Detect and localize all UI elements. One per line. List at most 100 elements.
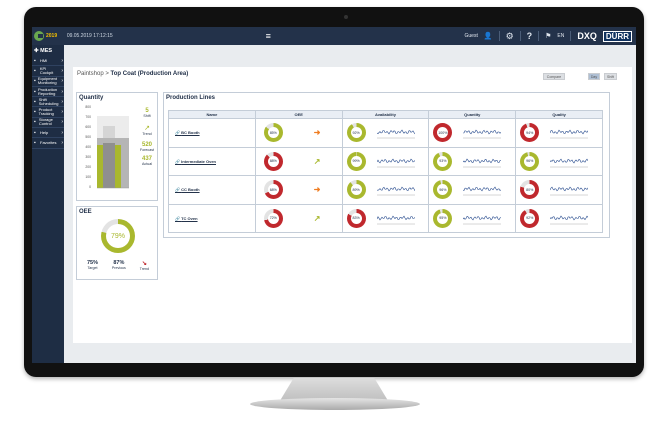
chevron-right-icon: › [61, 129, 63, 136]
menu-toggle-icon[interactable]: ≡ [266, 31, 465, 41]
storage-icon: ▪ [34, 119, 36, 126]
language-code[interactable]: EN [557, 33, 564, 39]
line-name-cell[interactable]: 🔗 TC Oven [168, 203, 256, 233]
durr-logo: DÜRR [602, 30, 632, 42]
axis-tick-label: 700 [85, 115, 91, 119]
app-screen: 2019 09.05.2019 17:12:15 ≡ Guest 👤 ⚙ ? ⚑… [32, 27, 636, 363]
table-row[interactable]: 🔗 TC Oven 72% ↗ 83% 95% 92% [168, 203, 603, 233]
line-name-link[interactable]: Intermediate Oven [181, 159, 216, 164]
sparkline [376, 158, 415, 167]
quantity-cell: 95% [428, 203, 517, 233]
app-logo[interactable]: 2019 [32, 31, 65, 41]
line-name-cell[interactable]: 🔗 BC Booth [168, 118, 256, 148]
oee-cell: 85% ➜ [254, 118, 343, 148]
sidebar-item-favorites[interactable]: ▪ Favorites › [32, 138, 64, 149]
sidebar: ✚ MES ▪ HMI › ▪ KPI Cockpit › ▪ Equipment Monit… [32, 45, 64, 363]
star-icon: ▪ [34, 140, 36, 147]
sidebar-item-product-tracking[interactable]: ▪ Product Tracking › [32, 107, 64, 118]
sidebar-item-kpi-cockpit[interactable]: ▪ KPI Cockpit › [32, 65, 64, 77]
compare-button[interactable]: Compare [543, 73, 565, 80]
chevron-right-icon: › [61, 57, 63, 64]
column-header: Name [168, 110, 256, 119]
gauge-value: 96% [437, 184, 449, 195]
axis-tick-label: 400 [85, 145, 91, 149]
sparkline [376, 129, 415, 139]
availability-cell: 99% [341, 146, 430, 176]
sidebar-item-label: Production Reporting [37, 86, 58, 96]
report-icon: ▪ [34, 88, 36, 95]
sidebar-item-label: Storage Control [38, 117, 53, 127]
chevron-right-icon: › [61, 140, 63, 147]
sparkline [550, 158, 589, 167]
sidebar-item-storage-control[interactable]: ▪ Storage Control › [32, 117, 64, 129]
table-row[interactable]: 🔗 Intermediate Oven 88% ↗ 99% 93% 96% [168, 146, 603, 176]
sparkline [550, 129, 589, 139]
percent-gauge: 92% [520, 208, 540, 228]
sidebar-item-shift-scheduling[interactable]: ▪ Shift Scheduling › [32, 97, 64, 108]
table-row[interactable]: 🔗 BC Booth 85% ➜ 92% 100% 94% [168, 118, 603, 148]
sparkline [550, 214, 589, 224]
trend-up-icon: ↗ [313, 213, 321, 223]
sidebar-item-label: KPI Cockpit [39, 65, 54, 75]
breadcrumb-parent[interactable]: Paintshop [77, 71, 104, 77]
flag-icon[interactable]: ⚑ [545, 32, 551, 40]
gear-icon[interactable]: ⚙ [506, 31, 514, 42]
home-icon: ✚ [34, 48, 39, 54]
column-header: Quantity [428, 110, 517, 119]
availability-cell: 92% [341, 118, 430, 148]
axis-tick-label: 800 [85, 105, 91, 109]
gauge-value: 96% [524, 155, 536, 167]
table-row[interactable]: 🔗 CC Booth 68% ➜ 89% 96% 80% [168, 175, 603, 205]
help-icon[interactable]: ? [527, 31, 533, 41]
line-name-link[interactable]: CC Booth [181, 187, 199, 192]
chevron-right-icon: › [61, 119, 63, 126]
chevron-right-icon: › [61, 67, 63, 74]
shift-label: Shift [143, 114, 151, 118]
user-icon[interactable]: 👤 [484, 32, 493, 40]
help-icon: ▪ [34, 129, 36, 136]
axis-tick-label: 300 [85, 155, 91, 159]
line-name-cell[interactable]: 🔗 CC Booth [168, 175, 256, 205]
gauge-value: 83% [350, 212, 362, 224]
percent-gauge: 85% [263, 123, 283, 142]
gauge-value: 89% [350, 184, 362, 195]
quantity-card: Quantity 800 700 600 500 400 300 200 100 0 5 Shi… [76, 92, 158, 201]
availability-cell: 83% [341, 203, 430, 233]
percent-gauge: 96% [520, 151, 540, 171]
equipment-icon: ▪ [34, 78, 36, 85]
percent-gauge: 89% [346, 180, 366, 199]
gauge-value: 94% [524, 127, 536, 138]
percent-gauge: 93% [433, 151, 453, 171]
line-name-link[interactable]: TC Oven [181, 216, 197, 221]
trend-up-icon: ↗ [144, 125, 150, 132]
sidebar-item-help[interactable]: ▪ Help › [32, 128, 64, 139]
sidebar-item-production-reporting[interactable]: ▪ Production Reporting › [32, 86, 64, 98]
trend-right-icon: ➜ [313, 185, 321, 194]
trend-label: Trend [142, 132, 152, 136]
top-bar: 2019 09.05.2019 17:12:15 ≡ Guest 👤 ⚙ ? ⚑… [32, 27, 636, 45]
trend-label: Trend [139, 267, 150, 271]
sidebar-item-hmi[interactable]: ▪ HMI › [32, 56, 64, 67]
day-button[interactable]: Day [588, 73, 600, 80]
quantity-cell: 93% [428, 146, 517, 176]
shift-button[interactable]: Shift [604, 73, 617, 80]
sidebar-title[interactable]: ✚ MES [32, 45, 64, 56]
percent-gauge: 68% [263, 180, 283, 199]
quality-cell: 80% [515, 175, 603, 205]
sidebar-item-label: Equipment Monitoring [37, 76, 58, 86]
line-name-cell[interactable]: 🔗 Intermediate Oven [168, 146, 256, 176]
percent-gauge: 92% [346, 123, 366, 142]
previous-label: Previous [111, 266, 126, 270]
calendar-icon: ▪ [34, 98, 36, 105]
percent-gauge: 88% [263, 151, 283, 171]
grid-icon: ▪ [34, 67, 36, 74]
production-lines-card: Production Lines Name OEE Availability Quan… [163, 92, 610, 238]
line-name-link[interactable]: BC Booth [181, 130, 199, 135]
oee-cell: 72% ↗ [254, 203, 343, 233]
trend-down-icon: ↘ [141, 261, 147, 267]
sidebar-item-label: HMI [40, 57, 48, 63]
sidebar-item-equipment-monitoring[interactable]: ▪ Equipment Monitoring › [32, 77, 64, 87]
percent-gauge: 94% [520, 123, 540, 142]
percent-gauge: 80% [520, 180, 540, 199]
gauge-value: 88% [267, 155, 279, 167]
